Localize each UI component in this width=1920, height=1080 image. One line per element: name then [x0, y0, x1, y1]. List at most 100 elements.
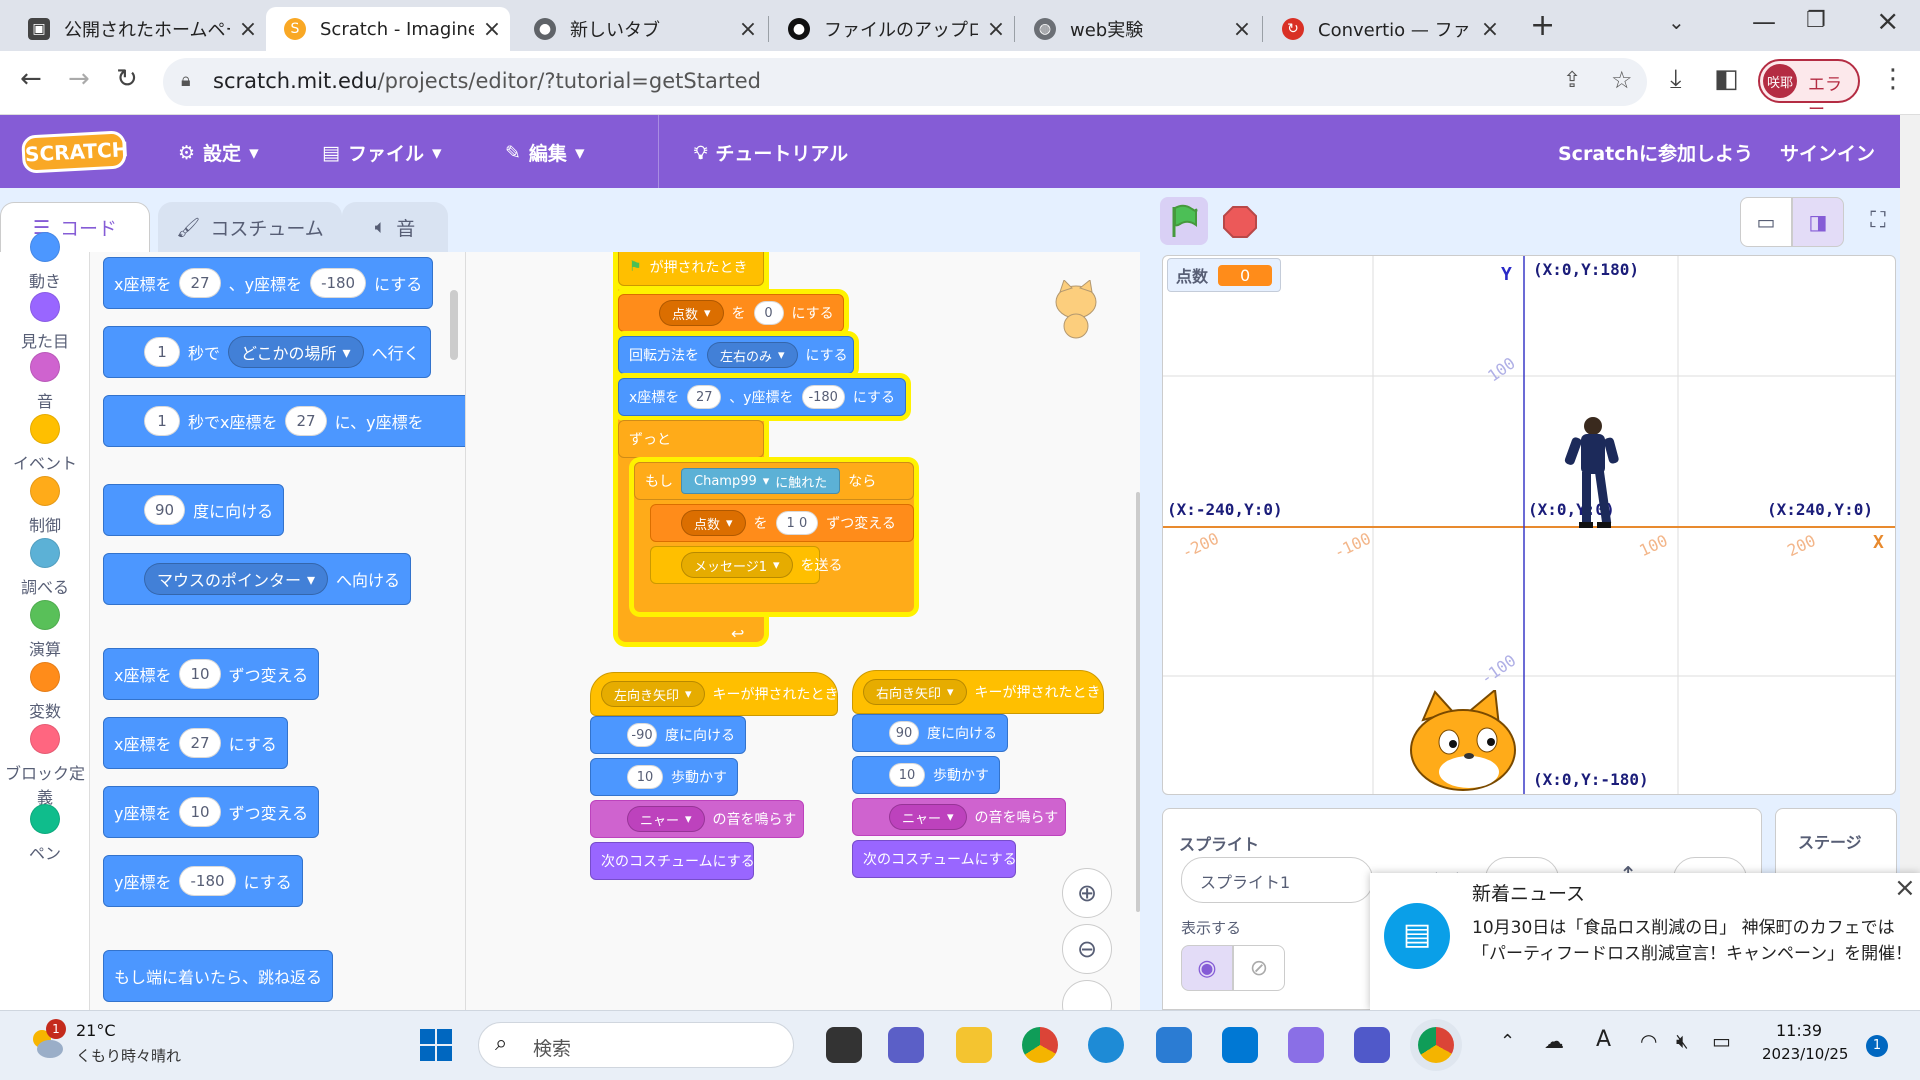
close-icon[interactable]: × — [978, 17, 1014, 42]
next-costume-block[interactable]: 次のコスチュームにする — [852, 840, 1017, 878]
teams-icon[interactable] — [1354, 1027, 1390, 1063]
left-key-hat-block[interactable]: 左向き矢印 ▾ キーが押されたとき — [590, 672, 839, 716]
tab-costume[interactable]: 🖌︎ コスチューム — [158, 202, 342, 252]
point-direction-block[interactable]: 90 度に向ける — [103, 484, 285, 536]
volume-mute-icon[interactable]: 🔇︎ — [1676, 1029, 1689, 1053]
reload-icon[interactable]: ↻ — [116, 64, 138, 94]
stage-canvas[interactable]: 点数 0 (X:0,Y:180) Y (X:-240,Y:0) (X:0,Y:0)… — [1162, 255, 1896, 795]
value-input[interactable]: 1 0 — [775, 511, 819, 535]
settings-menu[interactable]: ⚙ 設定 ▾ — [178, 139, 259, 166]
change-x-block[interactable]: x座標を 10 ずつ変える — [103, 648, 320, 700]
tab-sound[interactable]: 🔈︎ 音 — [342, 202, 448, 252]
join-link[interactable]: Scratchに参加しよう — [1558, 139, 1753, 166]
copilot-icon[interactable] — [1288, 1027, 1324, 1063]
docs-icon[interactable] — [1156, 1027, 1192, 1063]
chat-icon[interactable] — [888, 1027, 924, 1063]
variable-dropdown[interactable]: 点数 ▾ — [659, 300, 724, 326]
point-direction-block[interactable]: -90 度に向ける — [590, 716, 746, 754]
edge-icon[interactable] — [1088, 1027, 1124, 1063]
restore-icon[interactable]: ❐ — [1806, 8, 1826, 33]
broadcast-block[interactable]: メッセージ1 ▾ を送る — [650, 546, 843, 584]
green-flag-hat-block[interactable]: ⚑ が押されたとき — [618, 252, 764, 286]
tab-4[interactable]: ◍ web実験 × — [1016, 7, 1260, 51]
sidepanel-icon[interactable]: ◧ — [1714, 64, 1739, 94]
change-y-block[interactable]: y座標を 10 ずつ変える — [103, 786, 320, 838]
right-key-hat-block[interactable]: 右向き矢印 ▾ キーが押されたとき — [852, 670, 1104, 714]
close-icon[interactable]: × — [730, 17, 766, 42]
category-0[interactable]: 動き — [0, 232, 90, 292]
palette-scrollbar[interactable] — [450, 290, 458, 360]
notification-badge[interactable]: 1 — [1866, 1035, 1888, 1057]
steps-input[interactable]: 10 — [889, 763, 925, 787]
signin-link[interactable]: サインイン — [1780, 139, 1875, 166]
close-window-icon[interactable]: × — [1876, 4, 1899, 37]
next-costume-block[interactable]: 次のコスチュームにする — [590, 842, 755, 880]
close-icon[interactable]: × — [1894, 873, 1916, 903]
sound-dropdown[interactable]: ニャー ▾ — [627, 806, 705, 832]
message-dropdown[interactable]: メッセージ1 ▾ — [681, 552, 793, 578]
category-4[interactable]: 制御 — [0, 476, 90, 536]
battery-icon[interactable]: ▭ — [1712, 1029, 1731, 1053]
tab-search-icon[interactable]: ⌄ — [1668, 10, 1685, 34]
task-view-icon[interactable] — [826, 1027, 862, 1063]
minimize-icon[interactable]: — — [1752, 8, 1776, 36]
share-icon[interactable]: ⇪ — [1563, 68, 1581, 93]
scratch-logo[interactable]: SCRATCH — [21, 130, 129, 174]
category-9[interactable]: ペン — [0, 804, 90, 864]
touching-sensing-block[interactable]: Champ99 ▾ に触れた — [681, 468, 841, 494]
edit-menu[interactable]: ✎ 編集 ▾ — [505, 139, 584, 166]
bookmark-star-icon[interactable]: ☆ — [1611, 66, 1633, 94]
tab-3[interactable]: ● ファイルのアップロード × — [770, 7, 1014, 51]
eye-off-icon[interactable]: ⊘ — [1233, 945, 1285, 991]
close-icon[interactable]: × — [230, 17, 266, 42]
bounce-block[interactable]: もし端に着いたら、跳ね返る — [103, 950, 334, 1002]
chevron-up-icon[interactable]: ⌃ — [1500, 1031, 1515, 1052]
direction-input[interactable]: 90 — [889, 721, 919, 745]
point-direction-block[interactable]: 90 度に向ける — [852, 714, 1008, 752]
goto-xy-script-block[interactable]: x座標を 27 、y座標を -180 にする — [618, 378, 906, 416]
towards-dropdown[interactable]: マウスのポインター ▾ — [144, 563, 329, 595]
set-y-block[interactable]: y座標を -180 にする — [103, 855, 303, 907]
glide-random-block[interactable]: 1 秒で どこかの場所 ▾ へ行く — [103, 326, 431, 378]
eye-icon[interactable]: ◉ — [1181, 945, 1233, 991]
workspace-scrollbar[interactable] — [1136, 492, 1140, 912]
move-steps-block[interactable]: 10 歩動かす — [590, 758, 738, 796]
news-notification[interactable]: ▤ 新着ニュース 10月30日は「食品ロス削減の日」 神保町のカフェでは 「パー… — [1370, 873, 1920, 1010]
category-7[interactable]: 変数 — [0, 662, 90, 722]
sound-dropdown[interactable]: ニャー ▾ — [889, 804, 967, 830]
direction-input[interactable]: 90 — [144, 495, 186, 525]
file-menu[interactable]: ▤ ファイル ▾ — [322, 139, 442, 166]
small-stage-icon[interactable]: ▭ — [1740, 197, 1792, 247]
zoom-reset-icon[interactable] — [1062, 980, 1112, 1010]
download-icon[interactable]: ⤓ — [1670, 64, 1682, 95]
start-sound-block[interactable]: ニャー ▾ の音を鳴らす — [852, 798, 1066, 836]
fullscreen-icon[interactable]: ⛶ — [1856, 197, 1900, 247]
category-1[interactable]: 見た目 — [0, 292, 90, 352]
onedrive-icon[interactable]: ☁ — [1544, 1029, 1564, 1053]
set-variable-block[interactable]: 点数 ▾ を 0 にする — [618, 294, 844, 332]
taskbar-search-field[interactable]: ⌕ 検索 — [478, 1022, 794, 1068]
forward-icon[interactable]: → — [68, 64, 90, 94]
tab-0[interactable]: ▣ 公開されたホームペー × — [10, 7, 266, 51]
ime-icon[interactable]: A — [1596, 1027, 1611, 1052]
more-menu-icon[interactable]: ⋮ — [1880, 64, 1906, 94]
y-input[interactable]: -180 — [310, 268, 367, 298]
close-icon[interactable]: × — [474, 17, 510, 42]
clock-date[interactable]: 2023/10/25 — [1762, 1045, 1848, 1063]
x-input[interactable]: 27 — [285, 406, 327, 436]
steps-input[interactable]: 10 — [627, 765, 663, 789]
tab-1[interactable]: S Scratch - Imagine, × — [266, 7, 510, 51]
direction-input[interactable]: -90 — [627, 723, 657, 747]
category-6[interactable]: 演算 — [0, 600, 90, 660]
clock-time[interactable]: 11:39 — [1776, 1021, 1822, 1040]
stop-button[interactable] — [1216, 197, 1264, 245]
close-icon[interactable]: × — [1224, 17, 1260, 42]
x-input[interactable]: 27 — [179, 728, 221, 758]
file-explorer-icon[interactable] — [956, 1027, 992, 1063]
tutorial-menu[interactable]: 💡︎ チュートリアル — [694, 139, 848, 166]
green-flag-button[interactable] — [1160, 197, 1208, 245]
sprite-name-field[interactable]: スプライト1 — [1181, 857, 1373, 903]
glide-xy-block[interactable]: 1 秒でx座標を 27 に、y座標を — [103, 395, 465, 447]
back-icon[interactable]: ← — [20, 64, 42, 94]
zoom-out-icon[interactable]: ⊖ — [1062, 924, 1112, 974]
